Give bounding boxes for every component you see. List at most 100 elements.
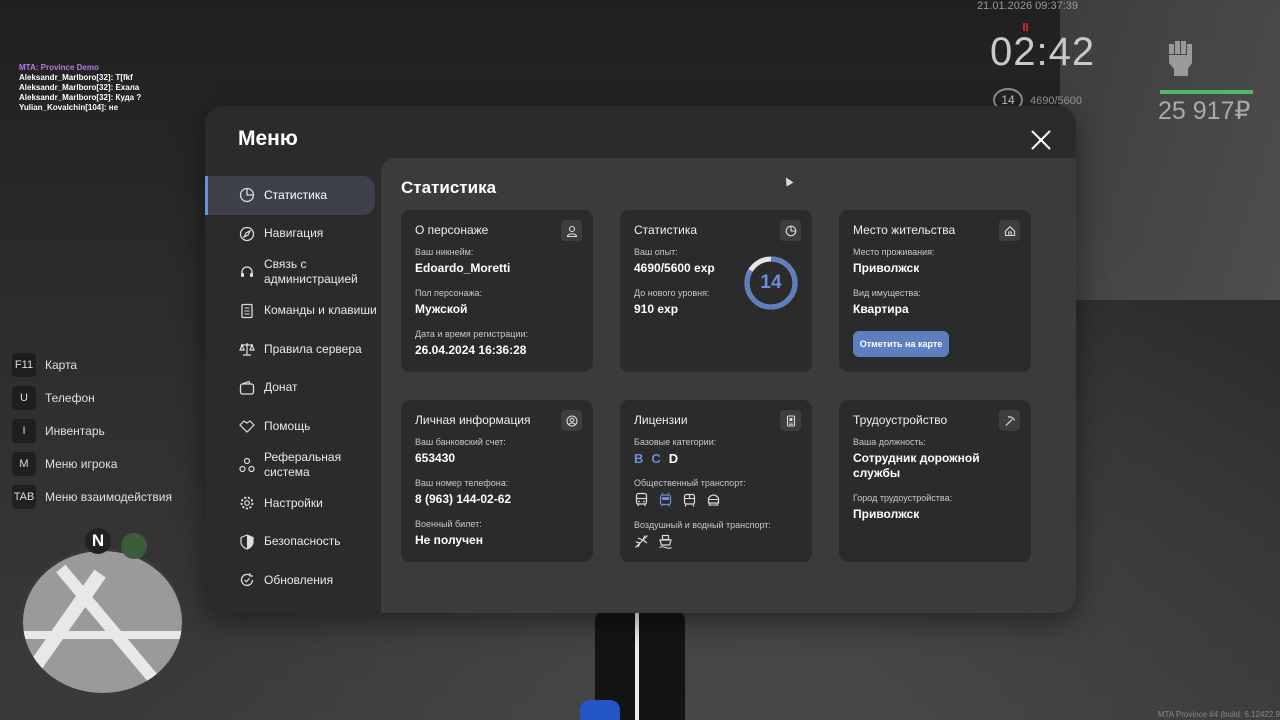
pie-chart-icon [239,188,255,203]
referral-icon [239,457,255,472]
field-label: Ваш номер телефона: [415,478,509,488]
id-card-icon [780,410,801,431]
field-label: Ваша должность: [853,437,926,447]
card-title: Личная информация [415,413,531,427]
page-title: Статистика [401,178,497,197]
sidebar-item-settings[interactable]: Настройки [205,484,381,523]
card-character: О персонаже Ваш никнейм: Edoardo_Moretti… [401,210,593,372]
sidebar-item-label: Донат [264,380,298,395]
chat-line: Yulian_Kovalchin[104]: не [19,103,119,112]
field-label: Место проживания: [853,247,935,257]
key-cap: U [12,385,36,410]
document-icon [241,303,253,318]
hud-clock: 02:42 [990,30,1096,74]
sidebar-item-updates[interactable]: Обновления [205,561,381,600]
keybind-label: Карта [45,357,78,372]
field-label: Базовые категории: [634,437,717,447]
public-transport-licenses [634,492,798,507]
keybind-label: Меню игрока [45,456,118,471]
pickaxe-icon [999,410,1020,431]
wallet-icon [239,380,255,395]
chat-line: Aleksandr_Marlboro[32]: Ехала [19,83,140,92]
field-label: Воздушный и водный транспорт: [634,520,771,530]
airplane-icon [635,535,648,548]
keybind-label: Телефон [45,390,95,405]
hud-money: 25 917₽ [1158,97,1251,125]
north-indicator: N [85,528,111,554]
field-label: Город трудоустройства: [853,493,953,503]
key-cap: I [12,418,36,443]
chat-title: MTA: Province Demo [19,63,99,72]
player-menu: Меню Статистика Навигация Связь с админи… [205,106,1076,613]
trolleybus-icon [659,492,672,507]
air-water-licenses [634,534,798,549]
build-watermark: MTA Province #4 (build: 6.12422.9 [1157,710,1280,719]
shield-icon [240,534,254,550]
gender-value: Мужской [415,302,468,316]
sidebar-item-label: Обновления [264,572,334,587]
gear-icon [240,496,254,510]
chat-line: Aleksandr_Marlboro[32]: Куда ? [19,93,142,102]
scales-icon [239,343,255,356]
card-title: Место жительства [853,223,956,237]
ship-icon [659,534,672,549]
card-title: Лицензии [634,413,688,427]
sidebar-item-donate[interactable]: Донат [205,369,381,408]
keybind-map: F11 Карта [12,348,172,381]
sidebar-item-help[interactable]: Помощь [205,407,381,446]
keybind-hints: F11 Карта U Телефон I Инвентарь M Меню и… [12,348,172,513]
tram-icon [683,493,696,507]
sidebar-item-statistics[interactable]: Статистика [205,176,375,215]
mark-on-map-button[interactable]: Отметить на карте [853,331,949,357]
card-residence: Место жительства Место проживания: Приво… [839,210,1031,372]
metro-icon [707,494,720,507]
keybind-label: Инвентарь [45,423,105,438]
sidebar-item-label: Статистика [264,187,328,202]
license-categories: B C D [634,451,798,466]
chat-line: Aleksandr_Marlboro[32]: T[fkf [19,73,133,82]
sidebar-item-label: Команды и клавиши [264,303,377,318]
sidebar-item-security[interactable]: Безопасность [205,523,381,562]
menu-sidebar: Статистика Навигация Связь с администрац… [205,176,381,600]
refresh-icon [240,573,254,587]
home-icon [999,220,1020,241]
level-number: 14 [760,272,782,293]
card-statistics: Статистика Ваш опыт: 4690/5600 exp До но… [620,210,812,372]
close-icon[interactable] [1030,129,1052,151]
license-category-b: B [634,451,644,466]
field-label: Ваш никнейм: [415,247,474,257]
pie-chart-icon [780,220,801,241]
player-shoe [580,700,620,720]
field-label: Вид имущества: [853,288,921,298]
field-label: Пол персонажа: [415,288,483,298]
job-city-value: Приволжск [853,507,920,521]
key-cap: F11 [12,352,36,377]
fist-icon [1169,41,1192,76]
hud-health-bar [1160,90,1253,94]
license-category-d: D [668,451,679,466]
sidebar-item-rules[interactable]: Правила сервера [205,330,381,369]
card-licenses: Лицензии Базовые категории: B C D Общест… [620,400,812,562]
keybind-phone: U Телефон [12,381,172,414]
sidebar-item-label: Правила сервера [264,341,362,356]
sidebar-item-admin-contact[interactable]: Связь с администрацией [205,253,381,292]
compass-icon [239,226,255,241]
user-circle-icon [561,410,582,431]
bus-icon [635,492,648,506]
handshake-icon [239,420,255,434]
sidebar-item-commands[interactable]: Команды и клавиши [205,292,381,331]
keybind-label: Меню взаимодействия [45,489,172,504]
key-cap: M [12,451,36,476]
minimap[interactable] [20,548,185,696]
nickname-value: Edoardo_Moretti [415,261,511,275]
keybind-interaction-menu: TAB Меню взаимодействия [12,480,172,513]
job-position-value: Сотрудник дорожной службы [853,451,980,480]
card-title: О персонаже [415,223,489,237]
military-id-value: Не получен [415,533,483,547]
bank-account-value: 653430 [415,451,456,465]
sidebar-item-referral[interactable]: Реферальная система [205,446,381,485]
sidebar-item-navigation[interactable]: Навигация [205,215,381,254]
chat-log: MTA: Province Demo Aleksandr_Marlboro[32… [19,63,141,113]
license-category-c: C [651,451,661,466]
card-employment: Трудоустройство Ваша должность: Сотрудни… [839,400,1031,562]
